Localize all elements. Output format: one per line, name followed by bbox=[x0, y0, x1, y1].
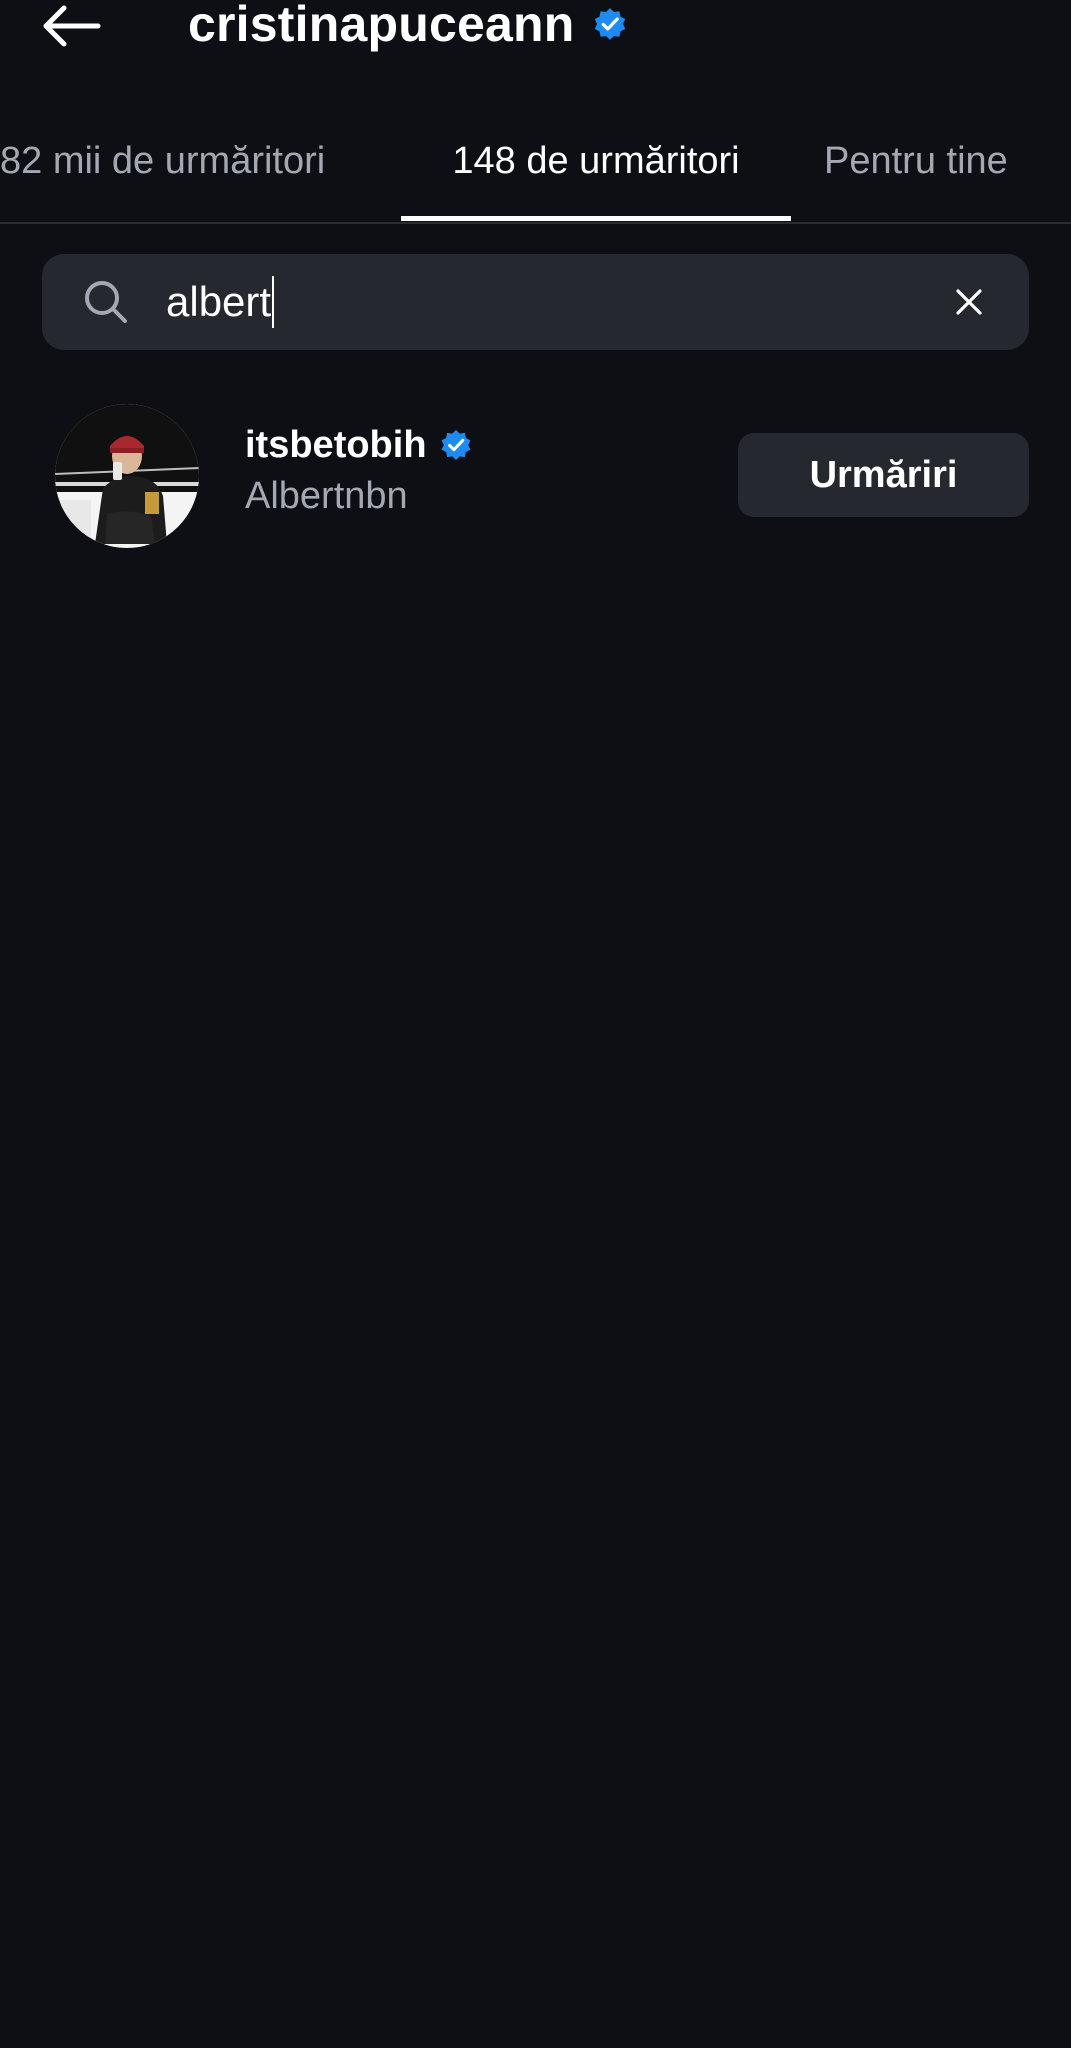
tab-followers-82k[interactable]: 82 mii de urmăritori bbox=[0, 130, 325, 220]
close-icon bbox=[956, 289, 982, 315]
tabs-divider bbox=[0, 222, 1071, 224]
text-caret bbox=[272, 276, 275, 328]
username-line: itsbetobih bbox=[245, 420, 473, 470]
result-username: itsbetobih bbox=[245, 424, 427, 466]
clear-search-button[interactable] bbox=[945, 278, 993, 326]
search-input-value: albert bbox=[166, 278, 272, 325]
tab-followers-148[interactable]: 148 de urmăritori bbox=[401, 130, 791, 220]
following-button[interactable]: Urmăriri bbox=[738, 433, 1029, 517]
search-icon bbox=[82, 278, 130, 326]
list-item[interactable]: itsbetobih Albertnbn Urmăriri bbox=[0, 400, 1071, 550]
profile-username: cristinapuceann bbox=[188, 0, 575, 52]
search-bar[interactable]: albert bbox=[42, 254, 1029, 350]
verified-badge-icon bbox=[439, 428, 473, 462]
result-full-name: Albertnbn bbox=[245, 475, 408, 517]
avatar[interactable] bbox=[55, 404, 199, 548]
back-button[interactable] bbox=[36, 0, 106, 52]
profile-title: cristinapuceann bbox=[188, 0, 628, 54]
verified-badge-icon bbox=[592, 6, 628, 42]
tab-for-you[interactable]: Pentru tine bbox=[824, 130, 1008, 220]
search-input[interactable]: albert bbox=[166, 270, 275, 334]
followers-tabs: 82 mii de urmăritori 148 de urmăritori P… bbox=[0, 130, 1071, 222]
arrow-left-icon bbox=[43, 5, 101, 47]
active-tab-indicator bbox=[401, 216, 791, 221]
top-app-bar: cristinapuceann bbox=[0, 0, 1071, 80]
user-info[interactable]: itsbetobih Albertnbn bbox=[245, 420, 473, 522]
